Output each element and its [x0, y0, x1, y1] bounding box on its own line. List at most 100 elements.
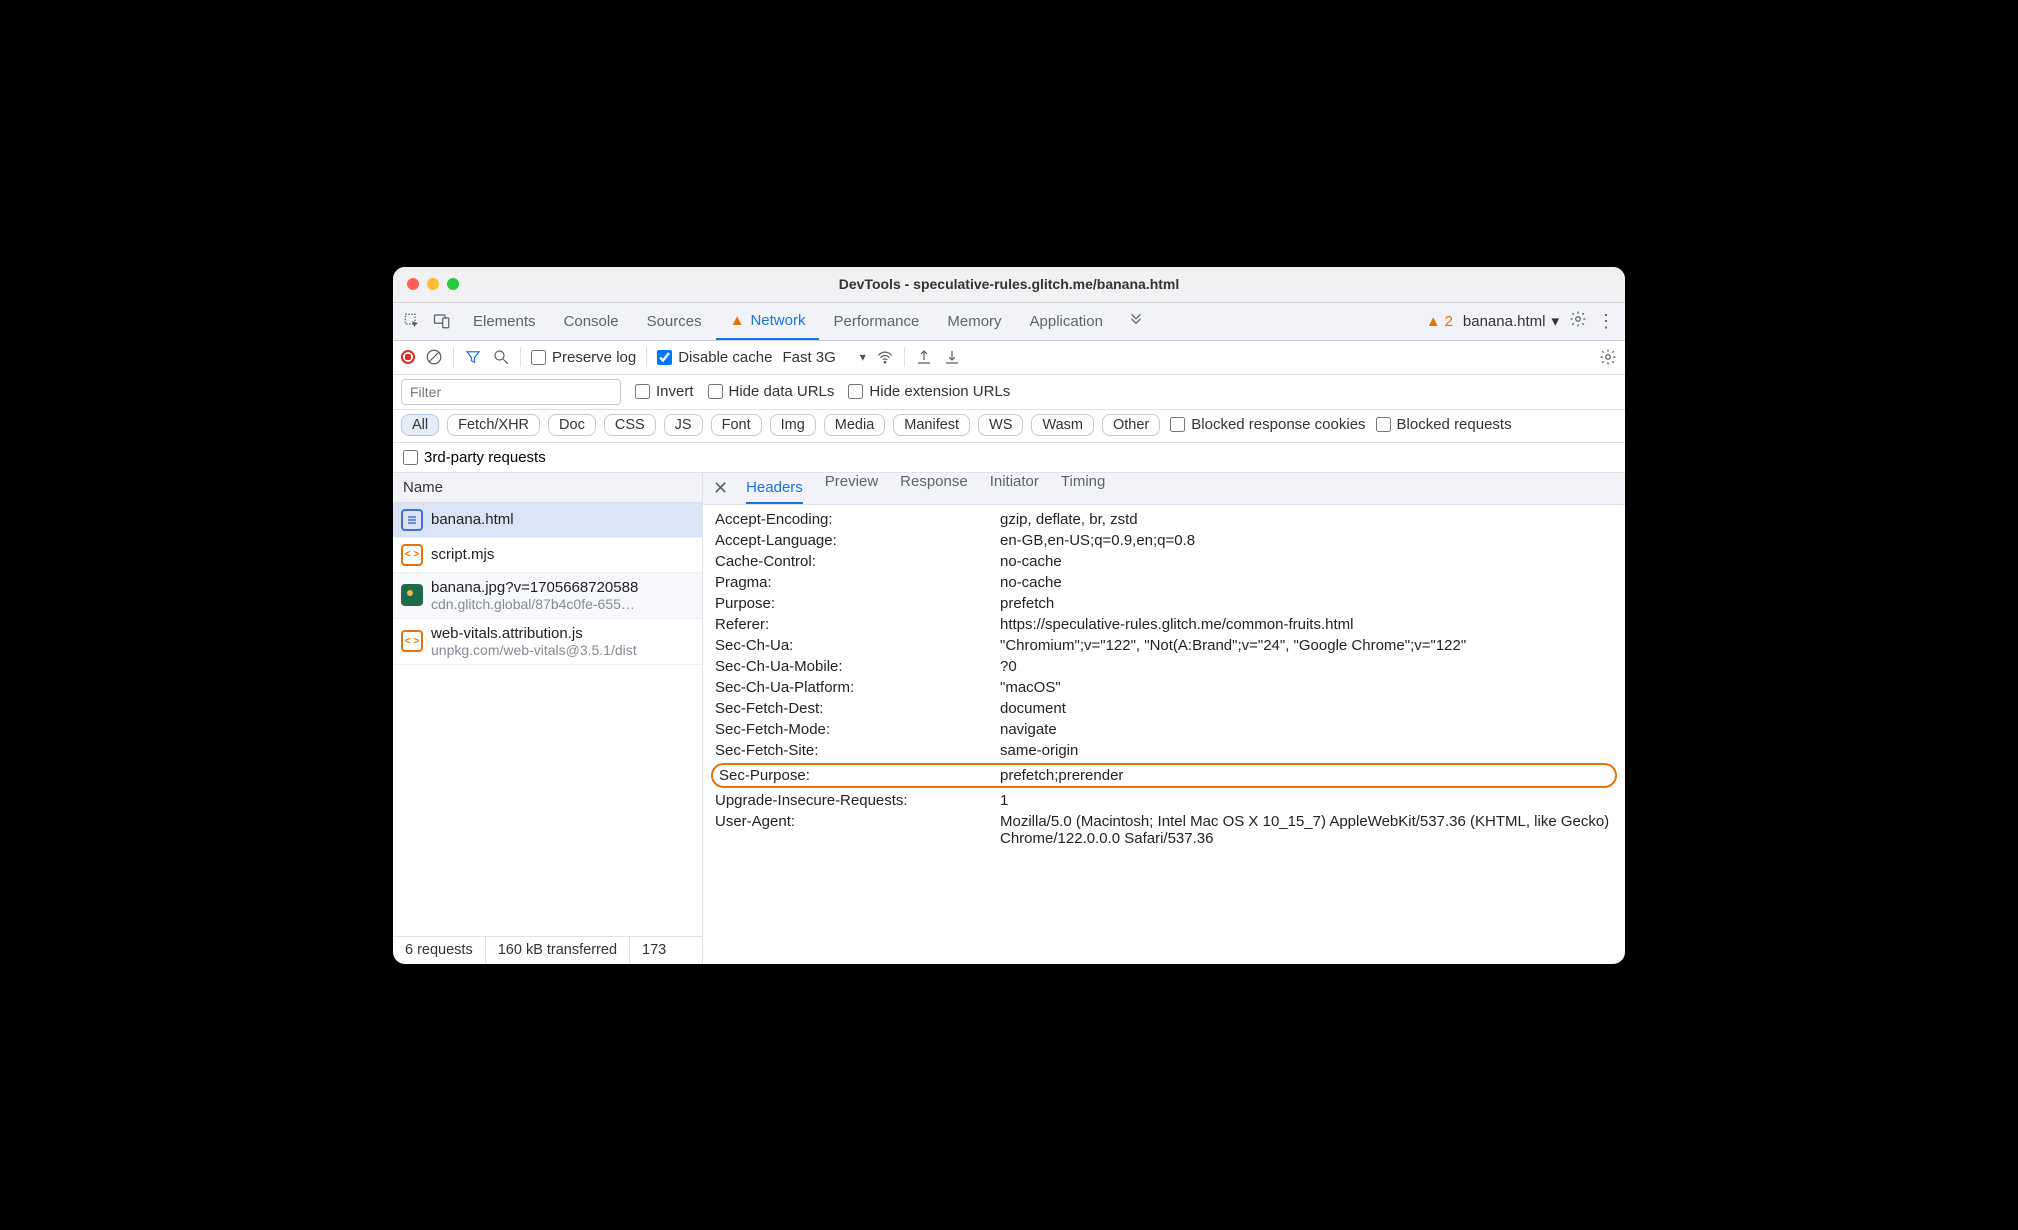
header-row: Sec-Purpose:prefetch;prerender — [711, 763, 1617, 788]
network-conditions-icon[interactable] — [876, 348, 894, 366]
detail-tab-headers[interactable]: Headers — [746, 473, 803, 504]
header-row: Sec-Ch-Ua-Platform:"macOS" — [703, 677, 1625, 698]
type-filter-ws[interactable]: WS — [978, 414, 1023, 436]
inspect-icon[interactable] — [403, 312, 421, 330]
request-name: banana.jpg?v=1705668720588 — [431, 579, 638, 596]
headers-panel: Accept-Encoding:gzip, deflate, br, zstdA… — [703, 505, 1625, 964]
blocked-requests-checkbox[interactable]: Blocked requests — [1376, 416, 1512, 433]
network-settings-icon[interactable] — [1599, 348, 1617, 366]
request-detail: ✕ HeadersPreviewResponseInitiatorTiming … — [703, 473, 1625, 964]
header-value: document — [1000, 700, 1613, 717]
detail-tab-preview[interactable]: Preview — [825, 473, 878, 504]
header-name: Purpose: — [715, 595, 1000, 612]
header-value: same-origin — [1000, 742, 1613, 759]
blocked-cookies-checkbox[interactable]: Blocked response cookies — [1170, 416, 1365, 433]
header-value: no-cache — [1000, 574, 1613, 591]
tab-performance[interactable]: Performance — [819, 303, 933, 340]
type-filter-other[interactable]: Other — [1102, 414, 1160, 436]
close-icon[interactable] — [407, 278, 419, 290]
third-party-row: 3rd-party requests — [393, 443, 1625, 473]
header-row: User-Agent:Mozilla/5.0 (Macintosh; Intel… — [703, 811, 1625, 849]
tab-memory[interactable]: Memory — [933, 303, 1015, 340]
filter-icon[interactable] — [464, 348, 482, 366]
more-tabs-button[interactable] — [1117, 303, 1155, 340]
maximize-icon[interactable] — [447, 278, 459, 290]
devtools-window: DevTools - speculative-rules.glitch.me/b… — [393, 267, 1625, 964]
request-origin: cdn.glitch.global/87b4c0fe-655… — [431, 596, 638, 612]
header-row: Sec-Fetch-Mode:navigate — [703, 719, 1625, 740]
type-filter-css[interactable]: CSS — [604, 414, 656, 436]
type-filter-font[interactable]: Font — [711, 414, 762, 436]
warning-icon: ▲ — [730, 312, 745, 329]
header-row: Sec-Ch-Ua:"Chromium";v="122", "Not(A:Bra… — [703, 635, 1625, 656]
third-party-checkbox[interactable]: 3rd-party requests — [403, 449, 546, 466]
warnings-badge[interactable]: ▲ 2 — [1426, 313, 1453, 330]
search-icon[interactable] — [492, 348, 510, 366]
type-filter-media[interactable]: Media — [824, 414, 886, 436]
hide-data-urls-checkbox[interactable]: Hide data URLs — [708, 383, 835, 400]
more-menu-icon[interactable]: ⋮ — [1597, 311, 1615, 332]
detail-tab-timing[interactable]: Timing — [1061, 473, 1105, 504]
tab-console[interactable]: Console — [550, 303, 633, 340]
detail-tab-response[interactable]: Response — [900, 473, 968, 504]
request-list-header[interactable]: Name — [393, 473, 702, 503]
record-button[interactable] — [401, 350, 415, 364]
minimize-icon[interactable] — [427, 278, 439, 290]
filter-bar: Invert Hide data URLs Hide extension URL… — [393, 375, 1625, 410]
tab-application[interactable]: Application — [1016, 303, 1117, 340]
device-toggle-icon[interactable] — [433, 312, 451, 330]
throttling-select[interactable]: Fast 3G ▾ — [782, 349, 865, 366]
header-name: Sec-Ch-Ua-Platform: — [715, 679, 1000, 696]
type-filter-manifest[interactable]: Manifest — [893, 414, 970, 436]
context-selector[interactable]: banana.html ▾ — [1463, 312, 1559, 330]
type-filter-js[interactable]: JS — [664, 414, 703, 436]
img-file-icon — [401, 584, 423, 606]
request-row[interactable]: banana.jpg?v=1705668720588cdn.glitch.glo… — [393, 573, 702, 619]
type-filter-all[interactable]: All — [401, 414, 439, 436]
header-name: Pragma: — [715, 574, 1000, 591]
request-row[interactable]: banana.html — [393, 503, 702, 538]
type-filter-img[interactable]: Img — [770, 414, 816, 436]
header-name: Referer: — [715, 616, 1000, 633]
import-har-icon[interactable] — [943, 348, 961, 366]
header-name: Sec-Fetch-Site: — [715, 742, 1000, 759]
tab-elements[interactable]: Elements — [459, 303, 550, 340]
detail-tab-initiator[interactable]: Initiator — [990, 473, 1039, 504]
chevron-down-icon: ▾ — [860, 350, 866, 364]
header-name: Sec-Purpose: — [719, 767, 1000, 784]
request-name: banana.html — [431, 511, 514, 528]
tab-network[interactable]: ▲Network — [716, 303, 820, 340]
close-detail-button[interactable]: ✕ — [713, 478, 728, 499]
header-row: Accept-Language:en-GB,en-US;q=0.9,en;q=0… — [703, 530, 1625, 551]
header-value: "macOS" — [1000, 679, 1613, 696]
preserve-log-checkbox[interactable]: Preserve log — [531, 349, 636, 366]
tab-sources[interactable]: Sources — [633, 303, 716, 340]
window-title: DevTools - speculative-rules.glitch.me/b… — [393, 276, 1625, 292]
header-row: Sec-Ch-Ua-Mobile:?0 — [703, 656, 1625, 677]
disable-cache-checkbox[interactable]: Disable cache — [657, 349, 772, 366]
settings-icon[interactable] — [1569, 310, 1587, 333]
request-name: script.mjs — [431, 546, 494, 563]
invert-checkbox[interactable]: Invert — [635, 383, 694, 400]
header-value: prefetch — [1000, 595, 1613, 612]
header-row: Upgrade-Insecure-Requests:1 — [703, 790, 1625, 811]
chevron-down-icon: ▾ — [1551, 312, 1559, 330]
header-name: Sec-Ch-Ua-Mobile: — [715, 658, 1000, 675]
hide-extension-urls-checkbox[interactable]: Hide extension URLs — [848, 383, 1010, 400]
request-name: web-vitals.attribution.js — [431, 625, 637, 642]
header-row: Pragma:no-cache — [703, 572, 1625, 593]
type-filter-doc[interactable]: Doc — [548, 414, 596, 436]
type-filter-wasm[interactable]: Wasm — [1031, 414, 1094, 436]
request-row[interactable]: < >script.mjs — [393, 538, 702, 573]
filter-input[interactable] — [401, 379, 621, 405]
status-resources: 173 — [630, 937, 678, 964]
type-filter-fetchxhr[interactable]: Fetch/XHR — [447, 414, 540, 436]
header-name: Accept-Encoding: — [715, 511, 1000, 528]
request-row[interactable]: < >web-vitals.attribution.jsunpkg.com/we… — [393, 619, 702, 665]
header-row: Accept-Encoding:gzip, deflate, br, zstd — [703, 509, 1625, 530]
header-name: Cache-Control: — [715, 553, 1000, 570]
clear-icon[interactable] — [425, 348, 443, 366]
header-name: User-Agent: — [715, 813, 1000, 847]
split-view: Name banana.html< >script.mjsbanana.jpg?… — [393, 473, 1625, 964]
export-har-icon[interactable] — [915, 348, 933, 366]
